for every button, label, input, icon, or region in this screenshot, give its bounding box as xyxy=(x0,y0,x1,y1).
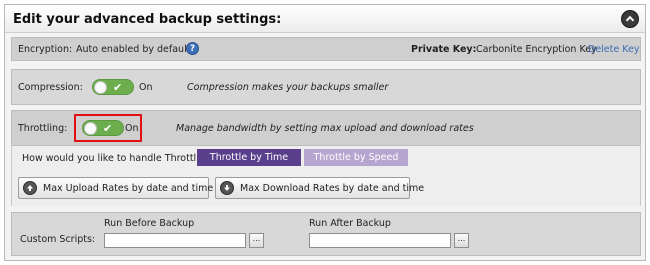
run-after-browse-button[interactable]: ... xyxy=(454,233,469,248)
run-before-browse-button[interactable]: ... xyxy=(249,233,264,248)
encryption-value: Auto enabled by default xyxy=(76,44,191,55)
throttling-row: Throttling: ✔ On Manage bandwidth by set… xyxy=(11,110,641,146)
encryption-row: Encryption: Auto enabled by default ? Pr… xyxy=(11,37,641,61)
throttling-label: Throttling: xyxy=(18,123,68,134)
run-after-input[interactable] xyxy=(309,233,451,248)
compression-state: On xyxy=(139,82,153,93)
advanced-settings-panel: Edit your advanced backup settings: Encr… xyxy=(4,4,646,261)
custom-scripts-row: Custom Scripts: Run Before Backup ... Ru… xyxy=(11,212,641,256)
compression-description: Compression makes your backups smaller xyxy=(187,82,389,93)
checkmark-icon: ✔ xyxy=(103,122,113,135)
run-before-label: Run Before Backup xyxy=(104,218,195,229)
upload-button-label: Max Upload Rates by date and time xyxy=(43,183,214,194)
throttle-by-speed-button[interactable]: Throttle by Speed xyxy=(304,149,408,166)
custom-scripts-label: Custom Scripts: xyxy=(20,234,96,245)
max-upload-rates-button[interactable]: Max Upload Rates by date and time xyxy=(18,177,213,199)
toggle-knob xyxy=(84,122,97,135)
throttling-state: On xyxy=(125,123,139,134)
encryption-label: Encryption: xyxy=(18,44,73,55)
run-before-input[interactable] xyxy=(104,233,246,248)
throttling-toggle[interactable]: ✔ xyxy=(82,120,124,136)
panel-title: Edit your advanced backup settings: xyxy=(13,12,282,27)
throttling-description: Manage bandwidth by setting max upload a… xyxy=(176,123,474,134)
delete-key-link[interactable]: Delete Key xyxy=(588,44,639,55)
compression-label: Compression: xyxy=(18,82,83,93)
chevron-up-icon[interactable] xyxy=(621,10,639,28)
arrow-up-icon xyxy=(23,181,37,195)
arrow-down-icon xyxy=(220,181,234,195)
checkmark-icon: ✔ xyxy=(113,81,123,94)
private-key-label: Private Key: xyxy=(411,44,477,55)
throttling-question: How would you like to handle Throttling? xyxy=(22,153,216,164)
download-button-label: Max Download Rates by date and time xyxy=(240,183,425,194)
private-key-value: Carbonite Encryption Key xyxy=(476,44,597,55)
panel-header: Edit your advanced backup settings: xyxy=(5,5,645,33)
toggle-knob xyxy=(94,81,107,94)
compression-row: Compression: ✔ On Compression makes your… xyxy=(11,69,641,105)
run-after-label: Run After Backup xyxy=(309,218,391,229)
throttle-by-time-button[interactable]: Throttle by Time xyxy=(197,149,301,166)
throttling-options-area: How would you like to handle Throttling?… xyxy=(11,146,641,206)
max-download-rates-button[interactable]: Max Download Rates by date and time xyxy=(215,177,424,199)
help-icon[interactable]: ? xyxy=(186,42,199,55)
compression-toggle[interactable]: ✔ xyxy=(92,79,134,95)
